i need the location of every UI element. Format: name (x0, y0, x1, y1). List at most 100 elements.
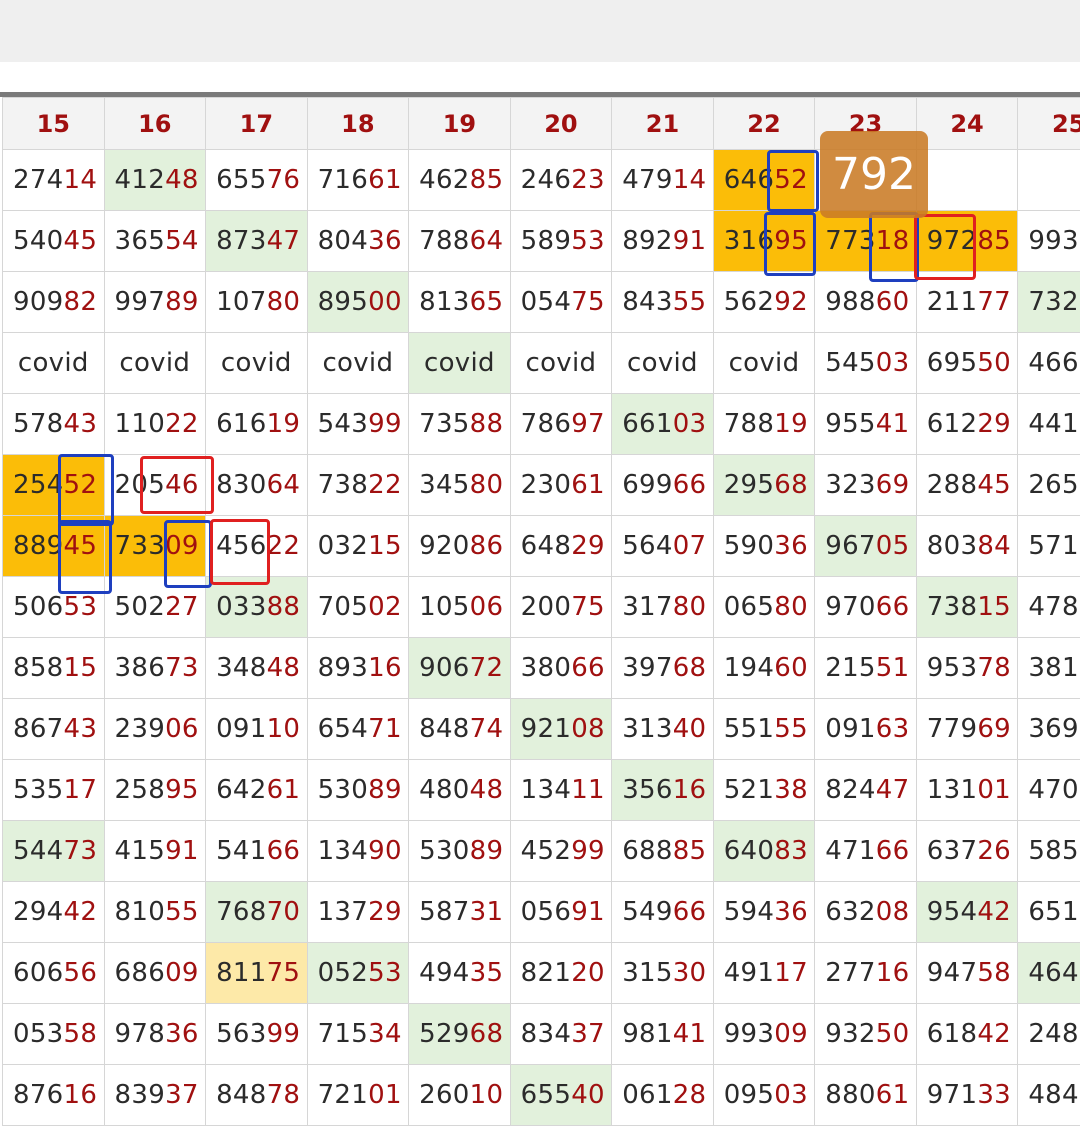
number-cell[interactable]: 4641 (1017, 942, 1080, 1004)
number-cell[interactable]: 63726 (915, 820, 1019, 882)
number-cell[interactable]: 64652 (712, 149, 816, 211)
number-cell[interactable]: 45299 (509, 820, 613, 882)
number-cell[interactable]: 83064 (205, 454, 308, 516)
number-cell[interactable]: 41248 (103, 149, 207, 211)
number-cell[interactable]: 61842 (915, 1003, 1019, 1065)
number-cell[interactable]: 03388 (205, 576, 308, 638)
number-cell[interactable]: covid (712, 332, 816, 394)
number-cell[interactable]: 84878 (205, 1064, 308, 1126)
number-cell[interactable]: 50653 (2, 576, 105, 638)
number-cell[interactable]: 52968 (408, 1003, 511, 1065)
number-cell[interactable]: 05253 (306, 942, 410, 1004)
number-cell[interactable]: 05691 (509, 881, 613, 943)
number-cell[interactable]: 58953 (509, 210, 613, 272)
number-cell[interactable]: 03215 (306, 515, 410, 577)
number-cell[interactable]: 55155 (712, 698, 816, 760)
number-cell[interactable]: 78697 (509, 393, 613, 455)
number-cell[interactable]: 88945 (2, 515, 105, 577)
number-cell[interactable]: 87347 (205, 210, 308, 272)
number-cell[interactable]: 27414 (2, 149, 105, 211)
number-cell[interactable]: 23906 (103, 698, 207, 760)
number-cell[interactable]: 78864 (408, 210, 511, 272)
number-cell[interactable]: 41591 (103, 820, 207, 882)
number-cell[interactable]: 83937 (103, 1064, 207, 1126)
number-cell[interactable]: 81175 (205, 942, 308, 1004)
number-cell[interactable]: 65471 (306, 698, 410, 760)
number-cell[interactable]: 29568 (712, 454, 816, 516)
number-cell[interactable]: 54473 (2, 820, 105, 882)
number-cell[interactable]: covid (205, 332, 308, 394)
number-cell[interactable]: 38673 (103, 637, 207, 699)
number-cell[interactable]: 65576 (205, 149, 308, 211)
number-cell[interactable]: 95541 (814, 393, 917, 455)
number-cell[interactable]: 89316 (306, 637, 410, 699)
number-cell[interactable]: 73309 (103, 515, 207, 577)
number-cell[interactable]: 93250 (814, 1003, 917, 1065)
number-cell[interactable]: 31695 (712, 210, 816, 272)
number-cell[interactable]: 53089 (306, 759, 410, 821)
number-cell[interactable]: 31530 (611, 942, 714, 1004)
number-cell[interactable]: 98860 (814, 271, 917, 333)
number-cell[interactable]: 20546 (103, 454, 207, 516)
number-cell[interactable]: 3817 (1017, 637, 1080, 699)
number-cell[interactable]: 58731 (408, 881, 511, 943)
number-cell[interactable]: 90672 (408, 637, 511, 699)
number-cell[interactable]: 25452 (2, 454, 105, 516)
number-cell[interactable]: 59036 (712, 515, 816, 577)
number-cell[interactable]: 82447 (814, 759, 917, 821)
number-cell[interactable]: 05358 (2, 1003, 105, 1065)
number-cell[interactable]: 60656 (2, 942, 105, 1004)
number-cell[interactable]: 56292 (712, 271, 816, 333)
number-cell[interactable]: 65540 (509, 1064, 613, 1126)
number-cell[interactable]: 27716 (814, 942, 917, 1004)
number-cell[interactable]: 2655 (1017, 454, 1080, 516)
number-cell[interactable]: 36554 (103, 210, 207, 272)
number-cell[interactable] (1017, 149, 1080, 211)
number-cell[interactable]: 52138 (712, 759, 816, 821)
number-cell[interactable]: 21551 (814, 637, 917, 699)
number-cell[interactable]: 97285 (915, 210, 1019, 272)
number-cell[interactable]: 23061 (509, 454, 613, 516)
number-cell[interactable]: 89291 (611, 210, 714, 272)
number-cell[interactable]: 19460 (712, 637, 816, 699)
number-cell[interactable]: 7327 (1017, 271, 1080, 333)
number-cell[interactable]: 4418 (1017, 393, 1080, 455)
number-cell[interactable]: 95442 (915, 881, 1019, 943)
number-cell[interactable]: covid (306, 332, 410, 394)
number-cell[interactable]: 85815 (2, 637, 105, 699)
number-cell[interactable]: 6518 (1017, 881, 1080, 943)
number-cell[interactable]: 10780 (205, 271, 308, 333)
number-cell[interactable]: covid (408, 332, 511, 394)
number-cell[interactable]: 64083 (712, 820, 816, 882)
number-cell[interactable]: 90982 (2, 271, 105, 333)
number-cell[interactable]: 71534 (306, 1003, 410, 1065)
number-cell[interactable]: 72101 (306, 1064, 410, 1126)
number-cell[interactable]: 61229 (915, 393, 1019, 455)
number-cell[interactable]: 4662 (1017, 332, 1080, 394)
number-cell[interactable]: 95378 (915, 637, 1019, 699)
number-cell[interactable]: 47166 (814, 820, 917, 882)
number-cell[interactable]: covid (509, 332, 613, 394)
number-cell[interactable]: 484 (1017, 1064, 1080, 1126)
number-cell[interactable]: covid (611, 332, 714, 394)
number-cell[interactable]: 54166 (205, 820, 308, 882)
number-cell[interactable]: 38066 (509, 637, 613, 699)
number-cell[interactable]: 83437 (509, 1003, 613, 1065)
number-cell[interactable]: 86743 (2, 698, 105, 760)
number-cell[interactable]: 48048 (408, 759, 511, 821)
number-cell[interactable]: 84355 (611, 271, 714, 333)
number-cell[interactable]: 9936 (1017, 210, 1080, 272)
number-cell[interactable]: 82120 (509, 942, 613, 1004)
number-cell[interactable]: 56399 (205, 1003, 308, 1065)
number-cell[interactable]: covid (2, 332, 105, 394)
number-cell[interactable]: 80436 (306, 210, 410, 272)
number-cell[interactable]: 31780 (611, 576, 714, 638)
number-cell[interactable]: 92086 (408, 515, 511, 577)
number-cell[interactable]: 20075 (509, 576, 613, 638)
number-cell[interactable]: 97836 (103, 1003, 207, 1065)
number-cell[interactable]: 09110 (205, 698, 308, 760)
number-cell[interactable]: 46285 (408, 149, 511, 211)
number-cell[interactable]: 56407 (611, 515, 714, 577)
number-cell[interactable]: 89500 (306, 271, 410, 333)
number-cell[interactable]: 50227 (103, 576, 207, 638)
